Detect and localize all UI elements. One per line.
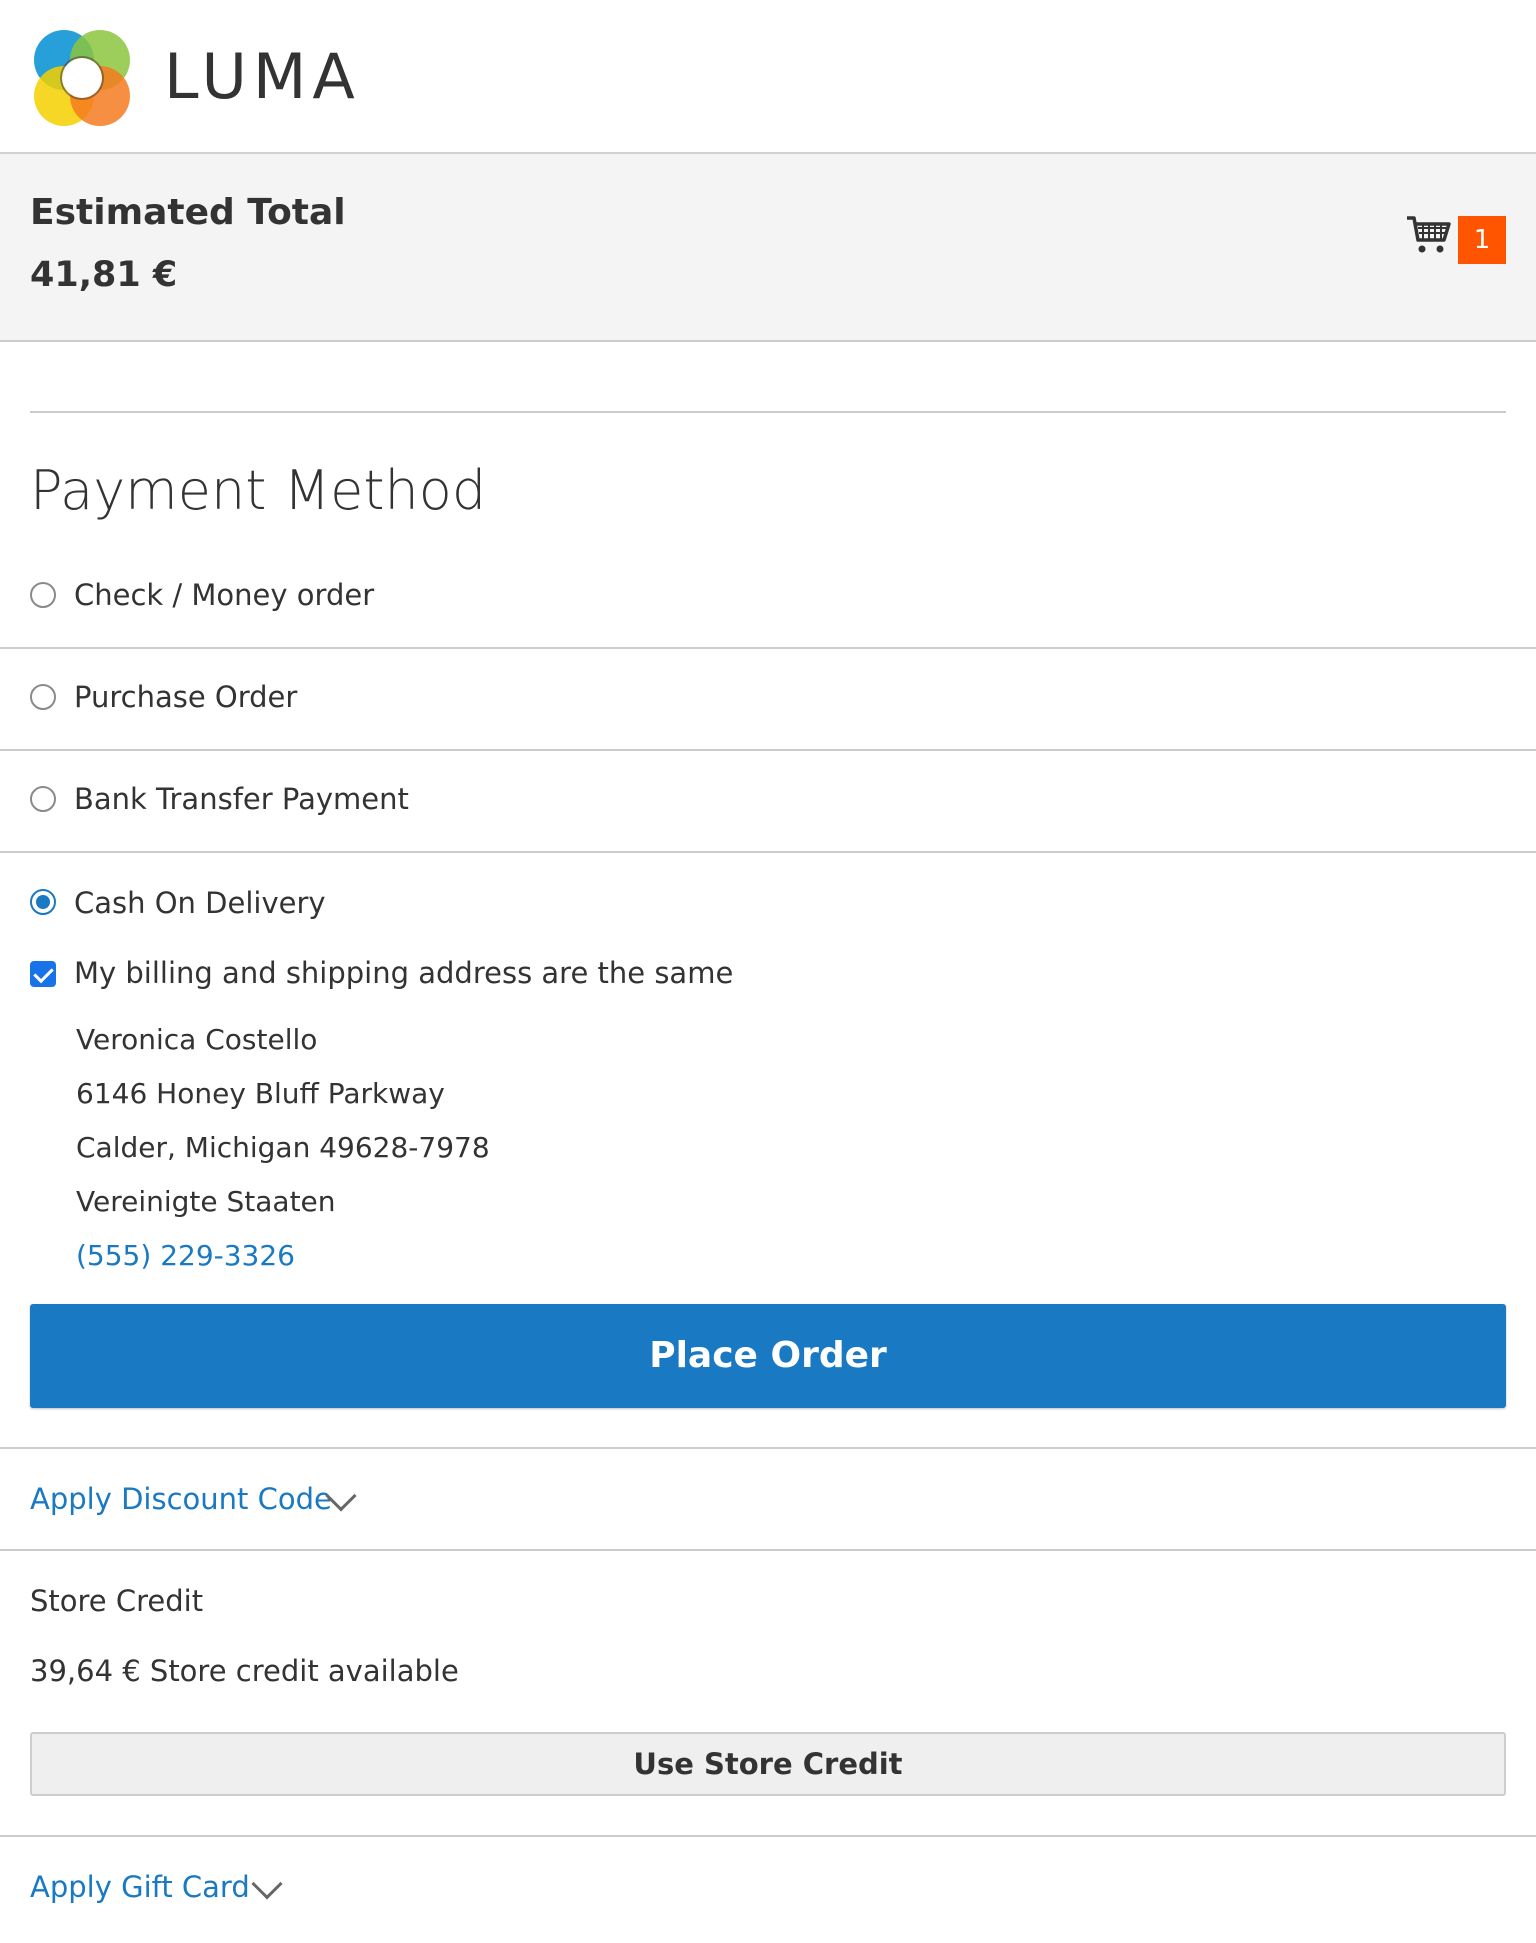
cart-count-badge[interactable]: 1 [1458,216,1506,264]
page-header: LUMA [0,0,1536,154]
place-order-button[interactable]: Place Order [30,1304,1506,1408]
payment-option-bank-transfer[interactable]: Bank Transfer Payment [0,751,1536,853]
logo-wordmark[interactable]: LUMA [164,42,361,112]
payment-option-check-money-order[interactable]: Check / Money order [0,547,1536,649]
payment-option-purchase-order[interactable]: Purchase Order [0,649,1536,751]
store-credit-available: 39,64 € Store credit available [30,1654,459,1688]
payment-option-label[interactable]: Cash On Delivery [74,885,326,921]
divider [0,1549,1536,1551]
payment-option-label[interactable]: Purchase Order [74,679,297,715]
address-phone-link[interactable]: (555) 229-3326 [76,1238,295,1274]
payment-option-label[interactable]: Check / Money order [74,577,374,613]
address-name: Veronica Costello [76,1023,318,1056]
divider [0,1835,1536,1837]
estimated-total-amount: 41,81 € [30,255,178,295]
apply-discount-label[interactable]: Apply Discount Code [30,1480,332,1518]
divider [0,1447,1536,1449]
use-store-credit-button[interactable]: Use Store Credit [30,1732,1506,1796]
estimated-total-bar: Estimated Total 41,81 € [0,154,1536,342]
luma-logo-icon[interactable] [30,26,134,130]
apply-gift-card-label[interactable]: Apply Gift Card [30,1868,250,1906]
shopping-cart-icon[interactable] [1406,214,1452,256]
payment-radio-selected[interactable] [30,889,56,915]
store-credit-title: Store Credit [30,1584,204,1618]
payment-method-title: Payment Method [30,459,487,522]
estimated-total-label: Estimated Total [30,192,346,233]
address-country: Vereinigte Staaten [76,1185,336,1218]
same-address-label[interactable]: My billing and shipping address are the … [74,955,733,991]
payment-radio[interactable] [30,582,56,608]
address-city: Calder, Michigan 49628-7978 [76,1131,490,1164]
same-address-checkbox[interactable] [30,961,56,987]
payment-radio[interactable] [30,684,56,710]
chevron-down-icon[interactable] [251,1868,283,1900]
divider [30,411,1506,413]
payment-option-label[interactable]: Bank Transfer Payment [74,781,409,817]
address-street: 6146 Honey Bluff Parkway [76,1077,445,1110]
payment-radio[interactable] [30,786,56,812]
